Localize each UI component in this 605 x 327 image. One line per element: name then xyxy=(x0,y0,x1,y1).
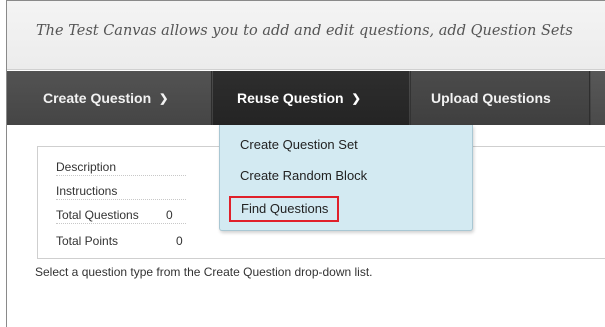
summary-row-instructions: Instructions xyxy=(56,184,186,200)
menu-item-create-question-set[interactable]: Create Question Set xyxy=(240,137,358,152)
create-question-label: Create Question xyxy=(43,90,152,106)
summary-value: 0 xyxy=(166,208,173,222)
reuse-question-label: Reuse Question xyxy=(237,90,344,106)
upload-questions-button[interactable]: Upload Questions xyxy=(410,71,590,125)
summary-row-description: Description xyxy=(56,160,186,176)
menu-item-find-questions[interactable]: Find Questions xyxy=(229,196,340,222)
summary-label: Total Points xyxy=(56,234,119,248)
reuse-question-button[interactable]: Reuse Question ❯ xyxy=(213,71,409,125)
summary-label: Total Questions xyxy=(56,208,139,222)
intro-text: The Test Canvas allows you to add and ed… xyxy=(36,23,573,39)
summary-row-total-points: Total Points 0 xyxy=(56,234,186,249)
summary-row-total-questions: Total Questions 0 xyxy=(56,208,186,224)
chevron-down-icon: ❯ xyxy=(159,93,169,105)
question-type-hint: Select a question type from the Create Q… xyxy=(35,265,373,279)
reuse-question-menu: Create Question Set Create Random Block … xyxy=(219,125,473,231)
create-question-button[interactable]: Create Question ❯ xyxy=(7,71,212,125)
intro-banner: The Test Canvas allows you to add and ed… xyxy=(7,1,605,70)
test-canvas-frame: The Test Canvas allows you to add and ed… xyxy=(6,0,605,327)
summary-label: Description xyxy=(56,160,117,174)
upload-questions-label: Upload Questions xyxy=(431,90,551,106)
summary-label: Instructions xyxy=(56,184,118,198)
toolbar-overflow-button[interactable] xyxy=(591,71,605,125)
action-toolbar: Create Question ❯ Reuse Question ❯ Upload … xyxy=(7,71,605,125)
chevron-down-icon: ❯ xyxy=(351,93,361,105)
summary-value: 0 xyxy=(176,234,183,248)
menu-item-create-random-block[interactable]: Create Random Block xyxy=(240,168,367,183)
